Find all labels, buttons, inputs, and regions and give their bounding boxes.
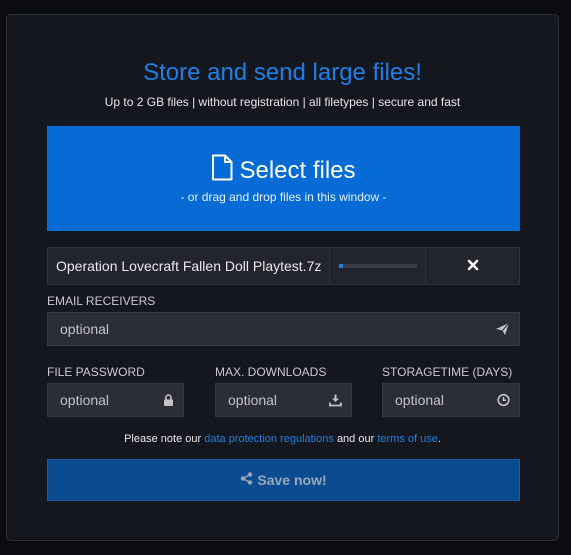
upload-panel: Store and send large files! Up to 2 GB f… bbox=[6, 14, 559, 541]
email-placeholder: optional bbox=[60, 321, 110, 337]
clock-icon bbox=[497, 393, 510, 407]
password-placeholder: optional bbox=[60, 392, 110, 408]
save-button-label: Save now! bbox=[257, 472, 327, 488]
max-downloads-label: MAX. DOWNLOADS bbox=[215, 365, 327, 379]
note-suffix: . bbox=[437, 433, 441, 445]
dropzone-hint: - or drag and drop files in this window … bbox=[180, 190, 387, 204]
select-files-button[interactable]: Select files bbox=[47, 154, 520, 188]
storage-time-input[interactable]: optional bbox=[382, 383, 520, 417]
email-receivers-input[interactable]: optional bbox=[47, 312, 520, 346]
lock-icon bbox=[163, 394, 174, 407]
select-files-dropzone[interactable]: Select files - or drag and drop files in… bbox=[47, 126, 520, 231]
page-subtitle: Up to 2 GB files | without registration … bbox=[104, 95, 461, 109]
select-files-label: Select files bbox=[239, 157, 356, 184]
file-name: Operation Lovecraft Fallen Doll Playtest… bbox=[48, 248, 330, 284]
data-protection-link[interactable]: data protection regulations bbox=[204, 433, 334, 445]
terms-of-use-link[interactable]: terms of use bbox=[377, 433, 438, 445]
send-icon bbox=[495, 322, 510, 336]
note-middle: and our bbox=[336, 433, 375, 445]
downloads-placeholder: optional bbox=[228, 392, 278, 408]
download-icon bbox=[329, 394, 342, 407]
remove-file-button[interactable] bbox=[426, 248, 519, 284]
file-password-input[interactable]: optional bbox=[47, 383, 184, 417]
close-icon bbox=[467, 258, 479, 275]
note-prefix: Please note our bbox=[124, 433, 202, 445]
file-icon bbox=[211, 154, 233, 188]
share-icon bbox=[240, 472, 253, 488]
legal-note: Please note our data protection regulati… bbox=[7, 433, 558, 445]
progress-fill bbox=[338, 264, 343, 268]
save-button[interactable]: Save now! bbox=[47, 459, 520, 501]
file-list-item: Operation Lovecraft Fallen Doll Playtest… bbox=[47, 247, 520, 285]
file-password-label: FILE PASSWORD bbox=[47, 365, 145, 379]
page-title: Store and send large files! bbox=[143, 59, 422, 86]
storage-time-label: STORAGETIME (DAYS) bbox=[382, 365, 513, 379]
progress-track bbox=[338, 264, 417, 268]
email-receivers-label: EMAIL RECEIVERS bbox=[47, 294, 156, 308]
max-downloads-input[interactable]: optional bbox=[215, 383, 352, 417]
storage-placeholder: optional bbox=[395, 392, 445, 408]
upload-progress bbox=[330, 248, 426, 284]
